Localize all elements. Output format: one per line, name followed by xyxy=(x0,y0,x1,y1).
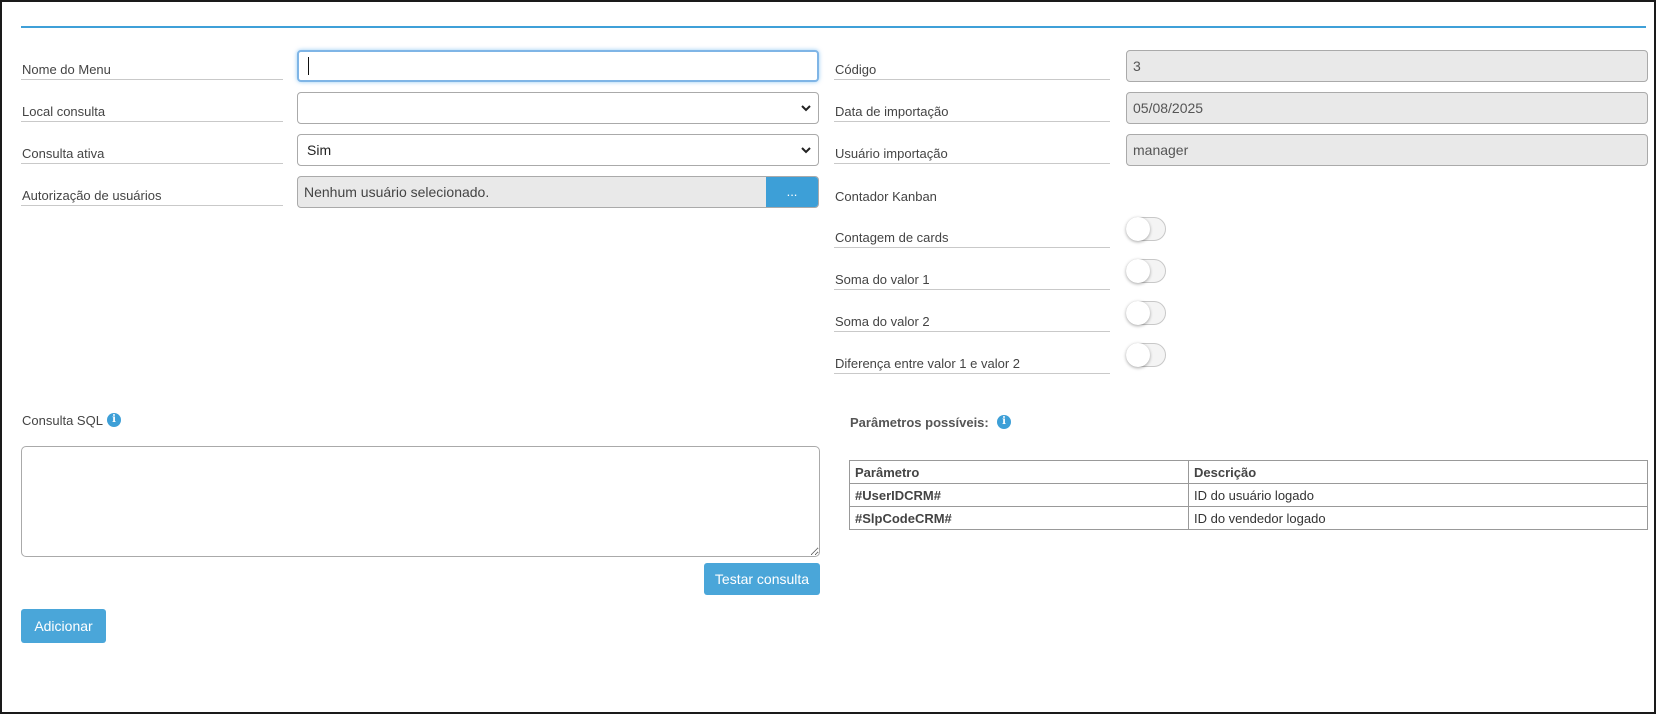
column-header-parametro: Parâmetro xyxy=(849,460,1189,484)
table-header-row: Parâmetro Descrição xyxy=(849,460,1648,484)
params-table: Parâmetro Descrição #UserIDCRM# ID do us… xyxy=(849,460,1648,530)
toggle-knob xyxy=(1126,217,1150,241)
description-cell: ID do usuário logado xyxy=(1188,483,1648,507)
codigo-field: 3 xyxy=(1126,50,1648,82)
toggle-knob xyxy=(1126,259,1150,283)
toggle-knob xyxy=(1126,301,1150,325)
chevron-down-icon xyxy=(801,105,811,112)
toggle-label-soma-valor-2: Soma do valor 2 xyxy=(834,310,1110,332)
toggle-contagem-cards[interactable] xyxy=(1126,217,1166,241)
sql-query-textarea[interactable] xyxy=(21,446,820,557)
add-button[interactable]: Adicionar xyxy=(21,609,106,643)
toggle-diferenca[interactable] xyxy=(1126,343,1166,367)
user-authorization-value: Nenhum usuário selecionado. xyxy=(304,184,490,200)
consulta-ativa-label: Consulta ativa xyxy=(21,142,283,164)
consulta-ativa-select[interactable]: Sim xyxy=(297,134,819,166)
usuario-importacao-field: manager xyxy=(1126,134,1648,166)
menu-name-input[interactable] xyxy=(297,50,819,82)
local-consulta-select[interactable] xyxy=(297,92,819,124)
contador-kanban-label: Contador Kanban xyxy=(835,189,937,204)
toggle-soma-valor-2[interactable] xyxy=(1126,301,1166,325)
table-row: #SlpCodeCRM# ID do vendedor logado xyxy=(849,506,1648,530)
usuario-importacao-label: Usuário importação xyxy=(834,142,1110,164)
toggle-label-soma-valor-1: Soma do valor 1 xyxy=(834,268,1110,290)
toggle-knob xyxy=(1126,343,1150,367)
param-cell: #SlpCodeCRM# xyxy=(849,506,1189,530)
local-consulta-label: Local consulta xyxy=(21,100,283,122)
table-row: #UserIDCRM# ID do usuário logado xyxy=(849,483,1648,507)
header-divider xyxy=(21,26,1646,28)
params-title: Parâmetros possíveis: xyxy=(850,415,989,430)
info-icon[interactable]: i xyxy=(107,413,121,427)
data-importacao-field: 05/08/2025 xyxy=(1126,92,1648,124)
consulta-ativa-value: Sim xyxy=(307,142,332,158)
sql-label: Consulta SQL xyxy=(22,413,103,428)
info-icon[interactable]: i xyxy=(997,415,1011,429)
chevron-down-icon xyxy=(801,147,811,154)
toggle-label-contagem-cards: Contagem de cards xyxy=(834,226,1110,248)
column-header-descricao: Descrição xyxy=(1188,460,1648,484)
form-window: Nome do Menu Local consulta Consulta ati… xyxy=(0,0,1656,714)
menu-name-label: Nome do Menu xyxy=(21,58,283,80)
text-caret xyxy=(308,57,309,75)
user-authorization-field: Nenhum usuário selecionado. ... xyxy=(297,176,819,208)
codigo-label: Código xyxy=(834,58,1110,80)
autorizacao-label: Autorização de usuários xyxy=(21,184,283,206)
test-query-button[interactable]: Testar consulta xyxy=(704,563,820,595)
select-users-button[interactable]: ... xyxy=(766,177,818,207)
data-importacao-label: Data de importação xyxy=(834,100,1110,122)
description-cell: ID do vendedor logado xyxy=(1188,506,1648,530)
toggle-label-diferenca: Diferença entre valor 1 e valor 2 xyxy=(834,352,1110,374)
param-cell: #UserIDCRM# xyxy=(849,483,1189,507)
toggle-soma-valor-1[interactable] xyxy=(1126,259,1166,283)
